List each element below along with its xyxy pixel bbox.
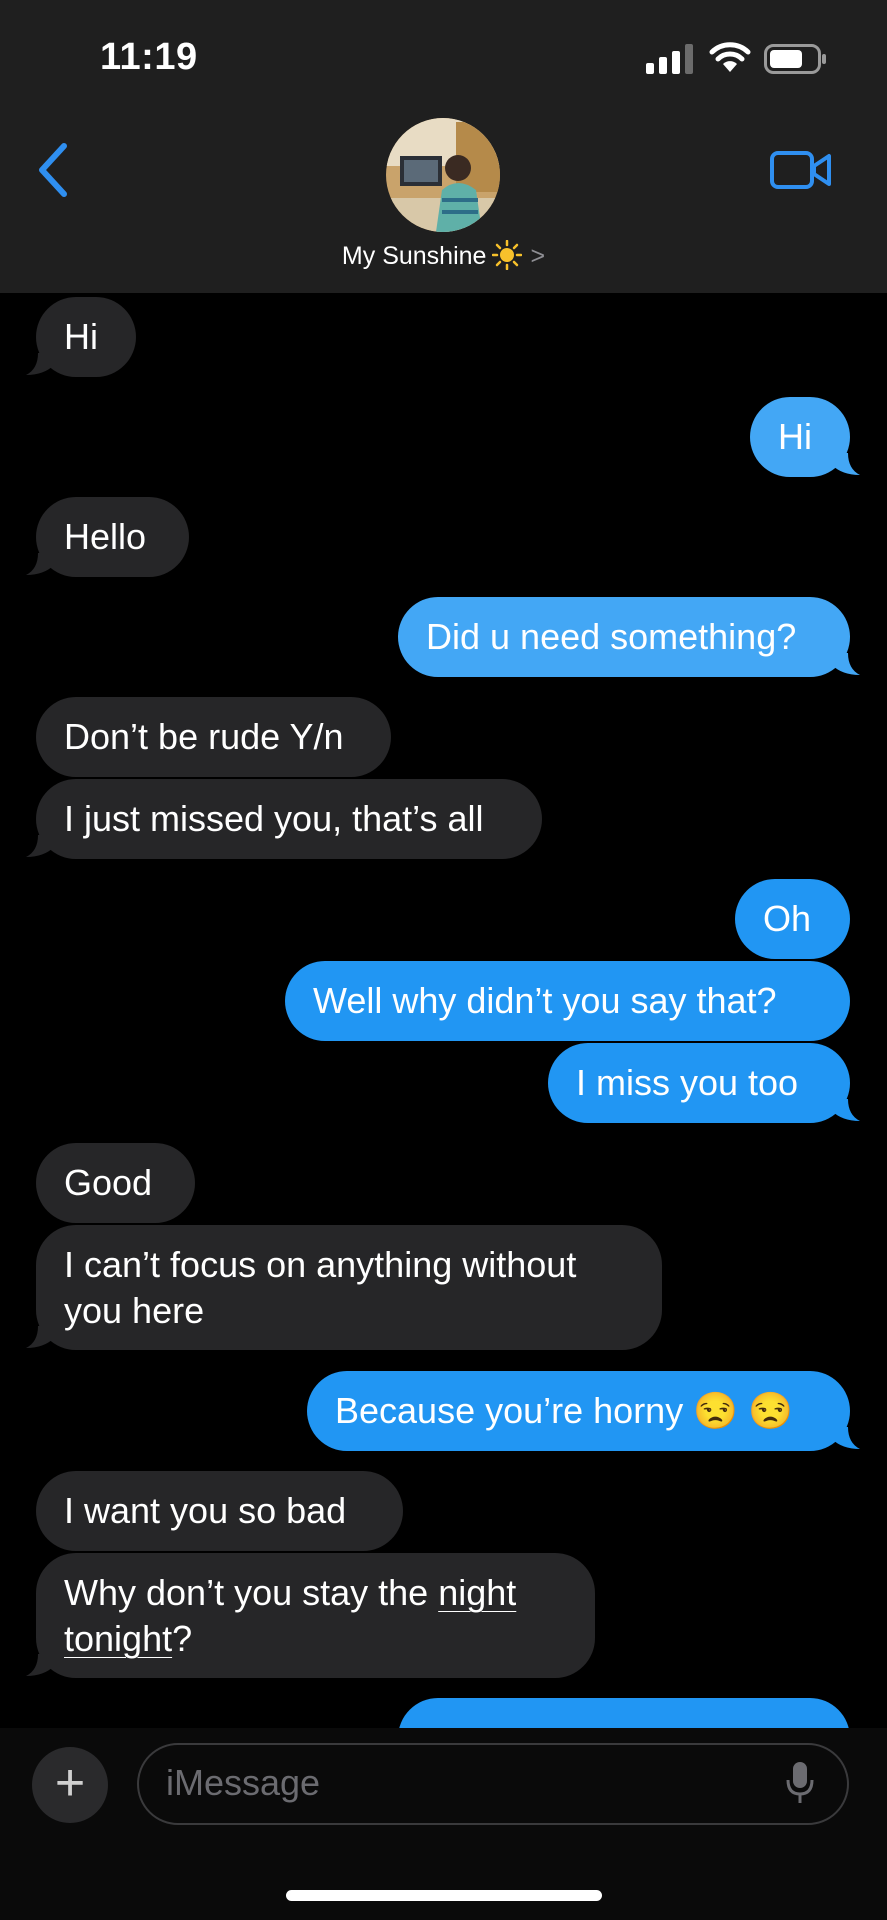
bubble-tail [26, 553, 54, 575]
bubble-tail [832, 1427, 860, 1449]
home-indicator[interactable] [286, 1890, 602, 1901]
message-bubble-incoming[interactable]: Hello [36, 497, 189, 577]
microphone-icon[interactable] [786, 1760, 814, 1806]
message-bubble-incoming[interactable]: I just missed you, that’s all [36, 779, 542, 859]
facetime-video-icon[interactable] [770, 150, 832, 190]
chevron-right-icon: > [530, 242, 546, 270]
sun-icon [492, 240, 523, 270]
bubble-tail [26, 1326, 54, 1348]
message-bubble-outgoing[interactable]: Oh [735, 879, 850, 959]
bubble-tail [26, 353, 54, 375]
cellular-signal-icon [646, 44, 693, 74]
contact-avatar[interactable] [386, 118, 500, 232]
conversation-header: 11:19 My Sunshine > [0, 0, 887, 293]
message-bubble-incoming[interactable]: I want you so bad [36, 1471, 403, 1551]
bubble-tail [26, 1654, 54, 1676]
battery-icon [764, 44, 826, 74]
message-bubble-incoming[interactable]: I can’t focus on anything without you he… [36, 1225, 662, 1350]
message-bubble-incoming[interactable]: Why don’t you stay the night tonight? [36, 1553, 595, 1678]
message-bubble-incoming[interactable]: Good [36, 1143, 195, 1223]
bubble-tail [832, 453, 860, 475]
bubble-tail [832, 1099, 860, 1121]
imessage-placeholder: iMessage [166, 1762, 321, 1803]
detected-date-link[interactable]: night [438, 1572, 516, 1613]
back-chevron-icon[interactable] [34, 140, 74, 200]
bubble-tail [832, 653, 860, 675]
message-bubble-outgoing[interactable]: Well why didn’t you say that? [285, 961, 850, 1041]
wifi-icon [709, 42, 751, 72]
message-bubble-outgoing[interactable]: Because you’re horny 😒 😒 [307, 1371, 850, 1451]
contact-name-row[interactable]: My Sunshine > [0, 240, 887, 271]
bubble-tail [26, 835, 54, 857]
message-bubble-incoming[interactable]: Don’t be rude Y/n [36, 697, 391, 777]
apps-plus-button[interactable]: + [32, 1747, 108, 1823]
contact-name: My Sunshine [341, 242, 487, 270]
message-bubble-outgoing[interactable]: I miss you too [548, 1043, 850, 1123]
unamused-emoji: 😒 😒 [693, 1390, 793, 1431]
detected-date-link[interactable]: tonight [64, 1618, 172, 1659]
message-bubble-outgoing[interactable]: Did u need something? [398, 597, 850, 677]
status-time: 11:19 [100, 36, 198, 78]
